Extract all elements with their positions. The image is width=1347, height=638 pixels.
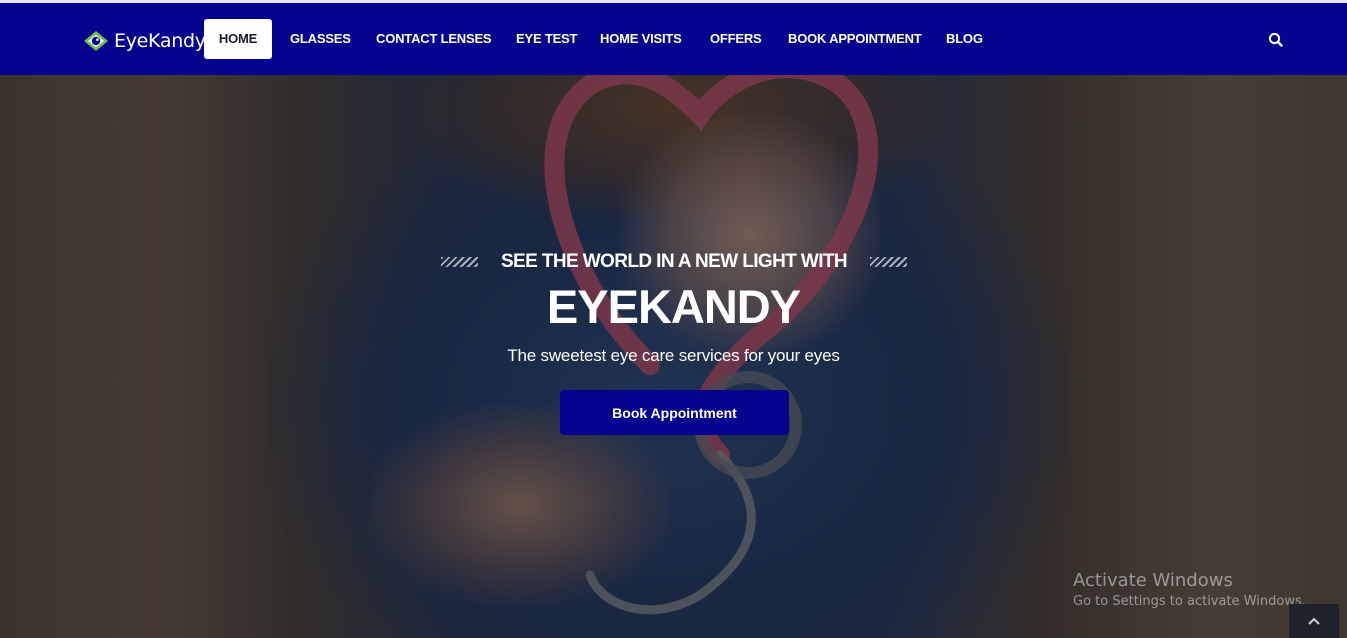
windows-activation-watermark: Activate Windows Go to Settings to activ…	[1073, 570, 1306, 609]
main-navbar: EyeKandy HOME GLASSES CONTACT LENSES EYE…	[0, 3, 1347, 75]
nav-item-offers[interactable]: OFFERS	[710, 19, 762, 59]
hero-tagline: SEE THE WORLD IN A NEW LIGHT WITH	[500, 251, 848, 272]
search-icon[interactable]	[1267, 31, 1285, 49]
back-to-top-button[interactable]	[1289, 604, 1339, 638]
decorative-stripe-left	[441, 257, 478, 267]
nav-item-contact-lenses[interactable]: CONTACT LENSES	[376, 19, 492, 59]
hero-banner: SEE THE WORLD IN A NEW LIGHT WITH EYEKAN…	[0, 75, 1347, 638]
nav-item-home-visits[interactable]: HOME VISITS	[600, 19, 682, 59]
nav-item-home[interactable]: HOME	[204, 19, 272, 59]
watermark-subtitle: Go to Settings to activate Windows.	[1073, 594, 1306, 609]
brand-name: EyeKandy	[114, 30, 206, 52]
eye-logo-icon	[84, 31, 108, 51]
chevron-up-icon	[1308, 617, 1320, 625]
hero-content: SEE THE WORLD IN A NEW LIGHT WITH EYEKAN…	[0, 75, 1347, 638]
hero-heading: EYEKANDY	[546, 280, 801, 333]
nav-item-eye-test[interactable]: EYE TEST	[516, 19, 577, 59]
nav-item-blog[interactable]: BLOG	[946, 19, 983, 59]
watermark-title: Activate Windows	[1073, 570, 1233, 591]
tagline-row: SEE THE WORLD IN A NEW LIGHT WITH	[441, 249, 907, 275]
book-appointment-button[interactable]: Book Appointment	[560, 390, 789, 435]
nav-item-glasses[interactable]: GLASSES	[290, 19, 351, 59]
decorative-stripe-right	[869, 257, 907, 267]
hero-subtitle: The sweetest eye care services for your …	[507, 346, 840, 365]
brand-logo[interactable]: EyeKandy	[82, 28, 206, 54]
nav-item-book-appointment[interactable]: BOOK APPOINTMENT	[788, 19, 922, 59]
